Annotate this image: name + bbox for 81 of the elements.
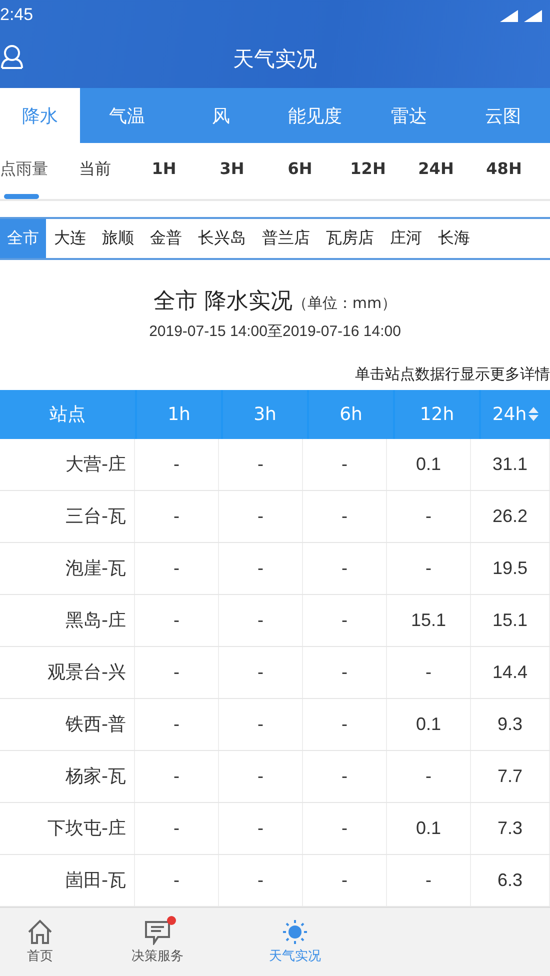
table-cell: - (135, 854, 219, 906)
notification-badge (166, 916, 176, 925)
table-cell: 0.1 (387, 698, 471, 750)
table-cell: - (303, 802, 387, 854)
column-header: 3h (223, 390, 307, 439)
table-cell: - (303, 542, 387, 594)
table-cell: - (219, 646, 303, 698)
table-cell: - (135, 750, 219, 802)
period-tab[interactable]: 3H (198, 143, 266, 200)
table-cell: 黑岛-庄 (0, 594, 135, 646)
table-cell: - (219, 750, 303, 802)
table-cell: 15.1 (387, 594, 471, 646)
table-cell: - (219, 594, 303, 646)
table-cell: - (303, 594, 387, 646)
table-cell: 大营-庄 (0, 438, 135, 490)
table-cell: 铁西-普 (0, 698, 135, 750)
table-cell: - (303, 854, 387, 906)
period-tab[interactable]: 24H (402, 143, 470, 200)
table-cell: - (387, 646, 471, 698)
period-text: 2019-07-15 14:00至2019-07-16 14:00 (149, 322, 401, 341)
period-tab[interactable]: 48H (470, 143, 538, 200)
table-cell: - (135, 542, 219, 594)
table-cell: 0.1 (387, 438, 471, 490)
period-tab[interactable]: 6H (266, 143, 334, 200)
table-cell: - (135, 594, 219, 646)
table-cell: - (219, 698, 303, 750)
table-cell: - (303, 646, 387, 698)
table-cell: - (135, 490, 219, 542)
table-cell: - (387, 854, 471, 906)
column-header: 1h (137, 390, 221, 439)
table-cell: - (387, 542, 471, 594)
table-cell: 三台-瓦 (0, 490, 135, 542)
table-cell: 6.3 (471, 854, 550, 906)
message-icon (144, 919, 172, 945)
table-cell: 泡崖-瓦 (0, 542, 135, 594)
user-icon[interactable] (0, 44, 24, 70)
page-title: 天气实况 (233, 46, 317, 73)
table-cell: - (135, 698, 219, 750)
status-time: 2:45 (0, 5, 34, 25)
report-title: 全市 降水实况 (153, 288, 292, 316)
period-tab[interactable]: 1H (130, 143, 198, 200)
table-cell: - (219, 802, 303, 854)
table-cell: - (135, 438, 219, 490)
table-cell: - (303, 438, 387, 490)
table-cell: 9.3 (471, 698, 550, 750)
table-cell: - (219, 854, 303, 906)
table-cell: 15.1 (471, 594, 550, 646)
nav-item[interactable]: 决策服务 (80, 908, 235, 976)
unit-label: （单位：mm） (292, 294, 397, 313)
home-icon (26, 919, 54, 945)
column-header: 站点 (0, 390, 135, 439)
period-tab[interactable]: 当前 (60, 143, 130, 200)
table-cell: - (303, 490, 387, 542)
table-cell: - (303, 750, 387, 802)
table-cell: 观景台-兴 (0, 646, 135, 698)
table-cell: 19.5 (471, 542, 550, 594)
column-header: 12h (395, 390, 479, 439)
sort-icon[interactable] (528, 406, 539, 422)
table-cell: - (135, 802, 219, 854)
table-cell: 下坎屯-庄 (0, 802, 135, 854)
table-cell: 0.1 (387, 802, 471, 854)
table-cell: - (387, 490, 471, 542)
nav-item[interactable]: 首页 (0, 908, 80, 976)
period-tab[interactable]: 12H (334, 143, 402, 200)
table-cell: - (303, 698, 387, 750)
table-cell: 14.4 (471, 646, 550, 698)
table-cell: 31.1 (471, 438, 550, 490)
table-cell: 7.7 (471, 750, 550, 802)
table-cell: - (387, 750, 471, 802)
table-cell: - (219, 542, 303, 594)
table-cell: - (219, 490, 303, 542)
table-cell: 杨家-瓦 (0, 750, 135, 802)
table-cell: - (135, 646, 219, 698)
period-tab[interactable]: 点雨量 (0, 143, 60, 200)
table-cell: 7.3 (471, 802, 550, 854)
table-cell: 26.2 (471, 490, 550, 542)
hint-text: 单击站点数据行显示更多详情 (355, 364, 550, 385)
column-header: 6h (309, 390, 393, 439)
sun-icon (281, 919, 309, 945)
table-cell: - (219, 438, 303, 490)
table-cell: 崮田-瓦 (0, 854, 135, 906)
